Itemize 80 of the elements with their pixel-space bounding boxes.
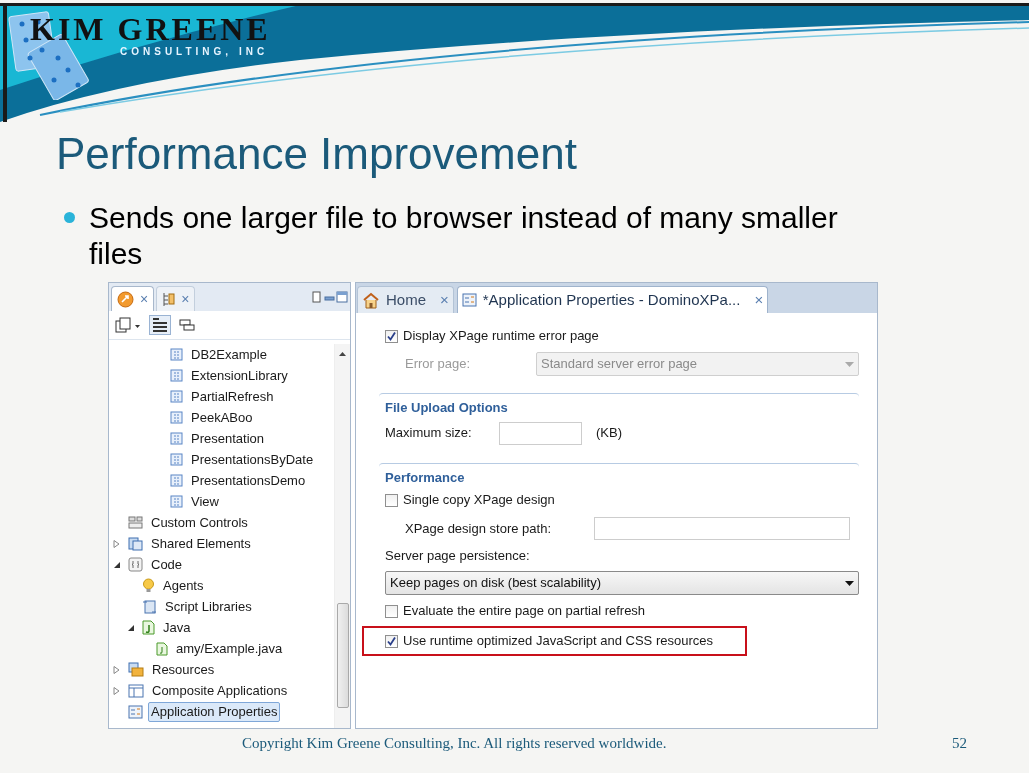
section-heading: File Upload Options: [385, 400, 508, 415]
tree-item-icon: [170, 432, 183, 445]
tree-item-icon: [170, 495, 183, 508]
slide-title: Performance Improvement: [56, 128, 578, 180]
designer-icon: [117, 290, 134, 308]
tree-item-icon: [170, 474, 183, 487]
tree-item[interactable]: PresentationsDemo: [188, 470, 309, 491]
tree-item[interactable]: Shared Elements: [148, 533, 254, 554]
dropdown-arrow-icon: [845, 361, 854, 367]
tree-item[interactable]: Resources: [149, 659, 218, 680]
outline-icon: [162, 291, 176, 307]
editor-tab[interactable]: *Application Properties - DominoXPa... ×: [456, 286, 769, 313]
tree-item-icon: [128, 683, 144, 698]
tree-item[interactable]: Code: [148, 554, 186, 575]
input-field[interactable]: [594, 517, 850, 540]
view-menu-icon[interactable]: [312, 291, 348, 303]
tree-item[interactable]: amy/Example.java: [173, 638, 286, 659]
scroll-up-icon[interactable]: [339, 352, 346, 356]
checkbox[interactable]: [385, 329, 398, 343]
panel-tab[interactable]: ×: [111, 286, 155, 311]
tree-item[interactable]: Composite Applications: [149, 680, 291, 701]
checkbox[interactable]: [385, 634, 398, 648]
unit-label: (KB): [596, 424, 622, 443]
field-label: XPage design store path:: [405, 519, 552, 538]
tree-item[interactable]: PartialRefresh: [188, 386, 277, 407]
checkbox-label: Evaluate the entire page on partial refresh: [403, 602, 646, 621]
checkbox-label: Single copy XPage design: [403, 491, 555, 510]
tree-item[interactable]: PresentationsByDate: [188, 449, 317, 470]
close-tab-button[interactable]: ×: [140, 288, 149, 310]
field-label: Maximum size:: [385, 424, 473, 443]
checkbox[interactable]: [385, 604, 398, 618]
tree-item-icon: [156, 641, 168, 656]
tree-item-icon: [461, 293, 477, 307]
tree-item[interactable]: Java: [160, 617, 194, 638]
tree-item-icon: [142, 599, 157, 614]
editor-tab[interactable]: Home ×: [357, 286, 454, 313]
tree-item[interactable]: Custom Controls: [148, 512, 251, 533]
tree-item-icon: [170, 369, 183, 382]
tree-item-icon: [128, 662, 144, 677]
tree-item-icon: [128, 704, 143, 719]
tree-item-icon: [142, 620, 155, 635]
checkbox-label: Use runtime optimized JavaScript and CSS resources: [403, 632, 713, 651]
tree-item-icon: [170, 411, 183, 424]
checkbox-label: Display XPage runtime error page: [403, 327, 599, 346]
scrollbar[interactable]: [334, 344, 350, 728]
tree-item-icon: [142, 578, 155, 593]
tree-item[interactable]: Script Libraries: [162, 596, 255, 617]
dropdown[interactable]: Keep pages on disk (best scalability): [385, 571, 859, 595]
scrollbar-thumb[interactable]: [336, 603, 349, 708]
close-tab-button[interactable]: ×: [181, 288, 190, 310]
tree-item[interactable]: View: [188, 491, 222, 512]
tree-item[interactable]: DB2Example: [188, 344, 270, 365]
field-label: Server page persistence:: [385, 547, 530, 566]
house-icon: [362, 291, 380, 309]
input-field[interactable]: [499, 421, 582, 445]
tree-item-icon: [128, 557, 143, 572]
tree-item[interactable]: Application Properties: [148, 701, 281, 722]
dropdown-arrow-icon: [845, 580, 854, 586]
tree-item-icon: [170, 453, 183, 466]
tree-item-icon: [128, 516, 143, 529]
tree-item[interactable]: ExtensionLibrary: [188, 365, 291, 386]
close-tab-button[interactable]: ×: [754, 288, 764, 312]
field-label: Error page:: [404, 355, 472, 374]
tree-item-icon: [128, 536, 143, 551]
tree-item[interactable]: Presentation: [188, 428, 267, 449]
copyright-text: Copyright Kim Greene Consulting, Inc. All rights reserved worldwide.: [242, 733, 667, 753]
close-tab-button[interactable]: ×: [440, 288, 449, 312]
tree-item-icon: [170, 348, 183, 361]
tree-item-icon: [170, 390, 183, 403]
tree-item[interactable]: PeekABoo: [188, 407, 256, 428]
checkbox[interactable]: [385, 493, 398, 507]
logo-subtitle: CONSULTING, INC: [120, 46, 270, 58]
panel-tab[interactable]: ×: [156, 286, 196, 311]
new-icon[interactable]: [115, 317, 141, 333]
collapse-icon[interactable]: [179, 319, 195, 331]
page-number: 52: [952, 733, 967, 753]
section-heading: Performance: [385, 469, 465, 485]
filter-icon[interactable]: [149, 315, 171, 335]
tree-item[interactable]: Agents: [160, 575, 207, 596]
bullet-text: Sends one larger file to browser instead of many smaller files: [89, 200, 839, 272]
